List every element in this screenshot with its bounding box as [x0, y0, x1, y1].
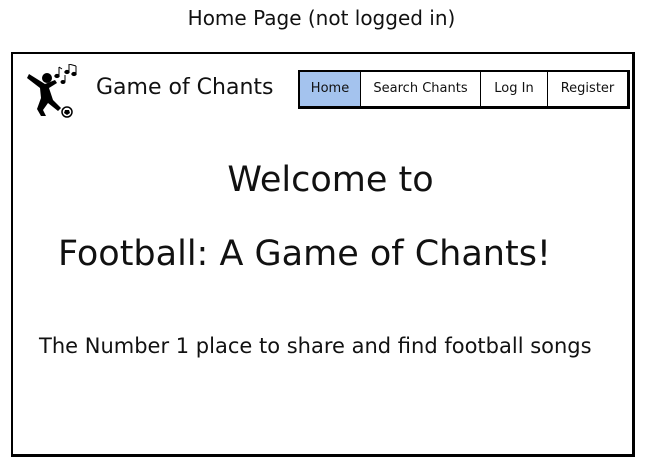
nav-register-button[interactable]: Register: [548, 72, 627, 106]
main-nav: Home Search Chants Log In Register: [298, 70, 630, 109]
footballer-singing-icon: [27, 63, 77, 118]
nav-log-in-button[interactable]: Log In: [481, 72, 548, 106]
tagline: The Number 1 place to share and find foo…: [39, 334, 592, 358]
browser-frame: Game of Chants Home Search Chants Log In…: [11, 52, 635, 457]
logo[interactable]: [27, 63, 97, 118]
welcome-heading-line1: Welcome to: [227, 160, 434, 200]
site-title[interactable]: Game of Chants: [96, 75, 274, 100]
nav-home-button[interactable]: Home: [300, 72, 361, 106]
nav-search-chants-button[interactable]: Search Chants: [361, 72, 481, 106]
page-caption: Home Page (not logged in): [187, 6, 456, 30]
welcome-heading-line2: Football: A Game of Chants!: [58, 234, 551, 274]
